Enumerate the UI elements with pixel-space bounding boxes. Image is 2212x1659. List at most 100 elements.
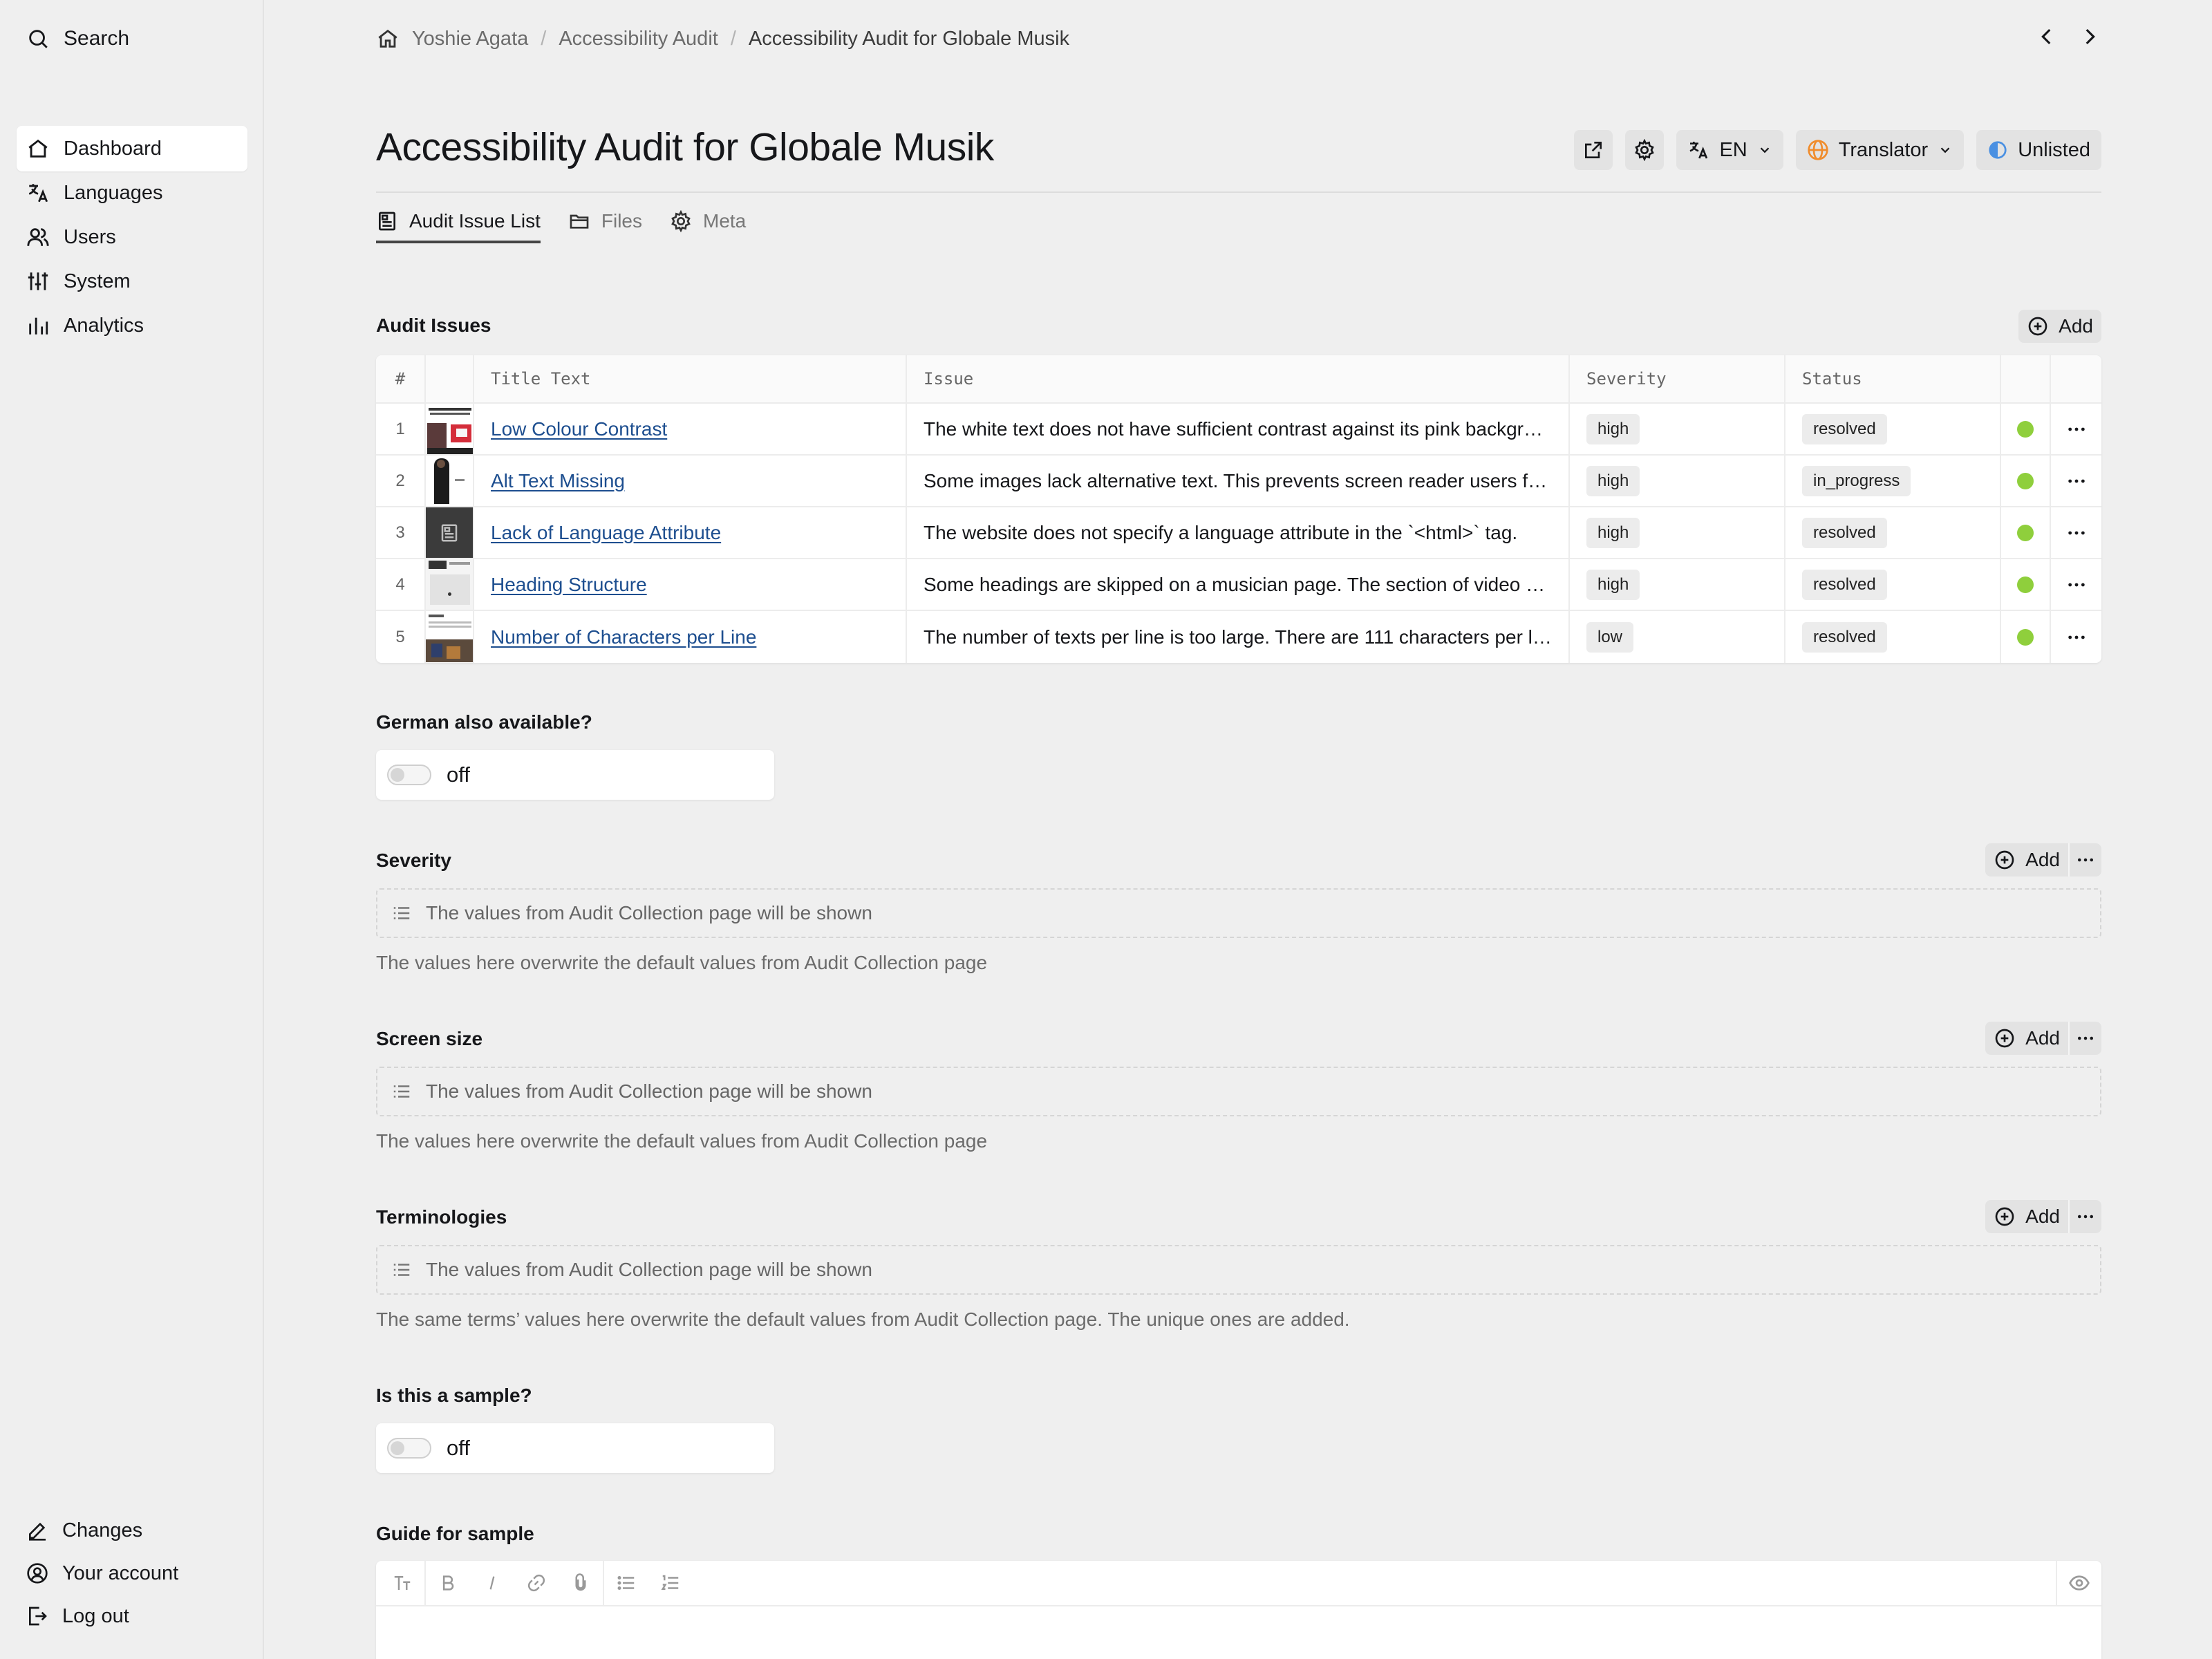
language-select[interactable]: EN [1676,130,1783,170]
bullet-list-button[interactable] [604,1561,648,1605]
role-value: Translator [1838,138,1929,161]
column-header[interactable]: Status [1785,355,2001,402]
thumbnail [426,507,474,558]
issue-title-link[interactable]: Lack of Language Attribute [491,522,721,544]
preview-button[interactable] [2057,1561,2101,1605]
screen-size-empty-state: The values from Audit Collection page wi… [376,1067,2101,1116]
issue-title-link[interactable]: Alt Text Missing [491,470,625,492]
table-row[interactable]: 3 Lack of Language Attribute The website… [376,507,2101,559]
chevron-left-icon[interactable] [2035,25,2059,48]
sidebar-item-label: Your account [62,1562,179,1584]
row-more-button[interactable] [2051,559,2101,610]
breadcrumb-link[interactable]: Accessibility Audit [559,28,718,50]
severity-more-button[interactable] [2068,843,2101,877]
thumbnail [426,404,474,454]
add-screen-size-button[interactable]: Add [1985,1022,2101,1055]
toggle-switch[interactable] [387,765,431,785]
role-select[interactable]: Translator [1795,130,1965,170]
add-terminology-button[interactable]: Add [1985,1200,2101,1233]
add-part[interactable]: Add [1985,843,2068,877]
visibility-button[interactable]: Unlisted [1976,130,2101,170]
row-more-button[interactable] [2051,456,2101,506]
guide-editor[interactable] [376,1560,2101,1659]
settings-button[interactable] [1625,130,1665,170]
column-header-actions [2051,355,2101,402]
toggle-switch[interactable] [387,1438,431,1459]
numbered-list-button[interactable] [648,1561,693,1605]
logout-icon [26,1605,48,1627]
italic-button[interactable] [470,1561,514,1605]
status-dot [2017,472,2034,489]
breadcrumb-link[interactable]: Yoshie Agata [412,28,528,50]
table-row[interactable]: 5 Number of Characters per Line The numb… [376,611,2101,663]
row-more-button[interactable] [2051,507,2101,558]
text-size-button[interactable] [380,1561,424,1605]
chevron-right-icon[interactable] [2078,25,2101,48]
sidebar-item-label: Users [64,225,116,248]
terminologies-empty-state: The values from Audit Collection page wi… [376,1245,2101,1295]
pencil-icon [26,1519,48,1541]
more-horizontal-icon [2065,418,2088,440]
issue-title-link[interactable]: Low Colour Contrast [491,418,667,440]
screen-size-label: Screen size [376,1028,483,1049]
visibility-value: Unlisted [2018,138,2090,161]
german-available-label: German also available? [376,711,592,733]
column-header[interactable]: Issue [907,355,1570,402]
search-button[interactable]: Search [26,24,129,54]
tab-label: Files [601,210,642,232]
open-external-button[interactable] [1574,130,1613,170]
sidebar-item-account[interactable]: Your account [17,1551,247,1595]
column-header[interactable]: Title Text [474,355,907,402]
terminologies-more-button[interactable] [2068,1200,2101,1233]
attachment-button[interactable] [559,1561,603,1605]
sidebar-item-dashboard[interactable]: Dashboard [17,126,247,171]
table-header: # Title Text Issue Severity Status [376,355,2101,404]
plus-circle-icon [1994,1027,2016,1049]
plus-circle-icon [1994,1206,2016,1228]
terminologies-label: Terminologies [376,1206,507,1228]
sidebar-item-label: Languages [64,181,163,204]
tab-bar: Audit Issue List Files Meta [376,202,746,243]
table-row[interactable]: 1 Low Colour Contrast The white text doe… [376,404,2101,456]
text-size-icon [392,1573,413,1593]
breadcrumb-separator: / [541,27,547,50]
bold-button[interactable] [426,1561,470,1605]
issue-title-link[interactable]: Number of Characters per Line [491,626,756,648]
issue-title-link[interactable]: Heading Structure [491,574,647,596]
german-available-toggle[interactable]: off [376,750,774,800]
search-icon [26,27,50,50]
sidebar-item-changes[interactable]: Changes [17,1508,247,1553]
sidebar-item-users[interactable]: Users [17,214,247,260]
sidebar-nav: Dashboard Languages Users System Analyti… [17,126,247,347]
gear-icon [670,210,692,232]
more-horizontal-icon [2075,1028,2096,1049]
user-circle-icon [26,1562,48,1584]
add-severity-button[interactable]: Add [1985,843,2101,877]
link-button[interactable] [514,1561,559,1605]
sidebar-item-logout[interactable]: Log out [17,1594,247,1638]
row-more-button[interactable] [2051,404,2101,454]
users-icon [26,225,50,249]
sidebar-item-label: System [64,270,131,292]
column-header[interactable]: Severity [1570,355,1785,402]
status-dot [2017,576,2034,593]
paperclip-icon [570,1573,591,1593]
add-part[interactable]: Add [1985,1022,2068,1055]
is-sample-toggle[interactable]: off [376,1423,774,1473]
sidebar-item-analytics[interactable]: Analytics [17,303,247,348]
add-audit-issue-button[interactable]: Add [2018,310,2101,343]
empty-placeholder: The values from Audit Collection page wi… [426,1080,872,1102]
screen-size-more-button[interactable] [2068,1022,2101,1055]
sidebar-item-system[interactable]: System [17,259,247,304]
sidebar-item-label: Analytics [64,314,144,337]
add-part[interactable]: Add [1985,1200,2068,1233]
tab-files[interactable]: Files [568,202,642,241]
row-number: 5 [376,611,426,663]
tab-audit-issue-list[interactable]: Audit Issue List [376,202,541,243]
table-row[interactable]: 2 Alt Text Missing Some images lack alte… [376,456,2101,507]
home-icon[interactable] [376,27,400,50]
sidebar-item-languages[interactable]: Languages [17,170,247,216]
tab-meta[interactable]: Meta [670,202,746,241]
row-more-button[interactable] [2051,611,2101,663]
table-row[interactable]: 4 Heading Structure Some headings are sk… [376,559,2101,611]
